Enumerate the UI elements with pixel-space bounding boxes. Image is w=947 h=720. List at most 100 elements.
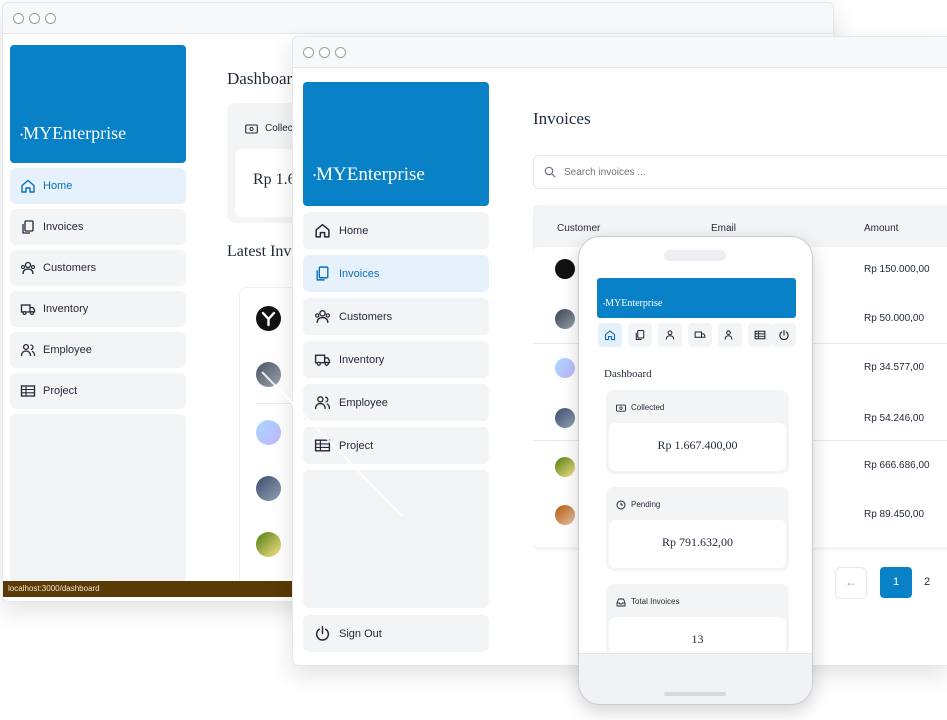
sidebar-item-employee[interactable]: Employee: [10, 332, 186, 368]
search-input[interactable]: [562, 162, 866, 182]
brand-logo: •MYEnterprise: [20, 123, 127, 143]
avatar: [555, 408, 575, 428]
collected-card: Collected Rp 1.667.400,00: [606, 390, 789, 474]
phone-nav-sign-out[interactable]: [772, 323, 796, 347]
logo-y-icon: [261, 311, 276, 327]
avatar: [555, 259, 575, 279]
sidebar-item-project[interactable]: Project: [10, 373, 186, 409]
phone-nav-project[interactable]: [748, 323, 772, 347]
sidebar-item-home[interactable]: Home: [303, 212, 489, 249]
sidebar-item-label: Invoices: [43, 221, 84, 233]
card-label: Total Invoices: [631, 597, 680, 606]
users-icon: [20, 343, 36, 357]
sidebar-item-label: Customers: [43, 262, 97, 274]
phone-device: •MYEnterprise Dashboard Collected Rp 1.6…: [578, 236, 813, 705]
sidebar-item-label: Inventory: [43, 303, 89, 315]
phone-header-banner[interactable]: •MYEnterprise: [597, 278, 796, 318]
table-icon: [314, 439, 331, 452]
amount-cell: Rp 150.000,00: [864, 264, 930, 275]
phone-nav-customers[interactable]: [658, 323, 682, 347]
phone-nav-home[interactable]: [598, 323, 622, 347]
home-icon: [21, 179, 35, 193]
sidebar-item-label: Customers: [339, 310, 393, 323]
sign-out-label: Sign Out: [339, 627, 382, 640]
amount-cell: Rp 89.450,00: [864, 509, 925, 520]
sidebar-item-label: Home: [43, 180, 73, 192]
avatar: [555, 505, 575, 525]
column-header: Customer: [557, 223, 601, 234]
truck-icon: [694, 331, 706, 338]
column-header: Amount: [864, 223, 899, 234]
customers-icon: [315, 309, 330, 323]
truck-icon: [314, 354, 331, 366]
pagination-page-2[interactable]: 2: [915, 567, 939, 598]
sidebar-item-label: Project: [43, 385, 78, 397]
pagination-page-1[interactable]: 1: [880, 567, 912, 598]
card-value-box: Rp 791.632,00: [609, 520, 786, 568]
status-url: localhost:3000/dashboard: [8, 584, 100, 593]
phone-nav-inventory[interactable]: [688, 323, 712, 347]
avatar: [256, 420, 281, 445]
page-number: 1: [892, 576, 900, 588]
sidebar-item-inventory[interactable]: Inventory: [10, 291, 186, 327]
sidebar-item-customers[interactable]: Customers: [303, 298, 489, 335]
window-close-dot[interactable]: [13, 13, 24, 24]
search-icon: [544, 166, 556, 178]
customers-icon: [665, 330, 675, 340]
window-close-dot[interactable]: [303, 47, 314, 58]
avatar: [555, 457, 575, 477]
power-icon: [315, 626, 330, 641]
pending-card: Pending Rp 791.632,00: [606, 487, 789, 571]
sidebar-item-label: Employee: [339, 396, 388, 409]
users-icon: [314, 396, 331, 409]
sidebar-item-employee[interactable]: Employee: [303, 384, 489, 421]
sidebar-item-label: Employee: [43, 344, 92, 356]
sidebar-item-customers[interactable]: Customers: [10, 250, 186, 286]
amount-cell: Rp 50.000,00: [864, 313, 925, 324]
brand-logo: •MYEnterprise: [313, 164, 425, 185]
banknote-icon: [245, 124, 258, 134]
sidebar-item-label: Project: [339, 439, 374, 452]
sidebar-item-invoices[interactable]: Invoices: [10, 209, 186, 245]
sidebar-item-label: Invoices: [339, 267, 380, 280]
card-label: Collected: [631, 403, 665, 412]
window-minimize-dot[interactable]: [29, 13, 40, 24]
logo-banner[interactable]: •MYEnterprise: [303, 82, 489, 206]
sidebar-item-invoices[interactable]: Invoices: [303, 255, 489, 292]
files-icon: [316, 266, 329, 281]
avatar: [555, 309, 575, 329]
avatar: [555, 358, 575, 378]
column-header: Email: [711, 223, 737, 234]
search-bar[interactable]: [533, 155, 947, 189]
window-minimize-dot[interactable]: [319, 47, 330, 58]
phone-nav-employee[interactable]: [718, 323, 742, 347]
phone-nav-invoices[interactable]: [628, 323, 652, 347]
card-value: Rp 791.632,00: [661, 535, 733, 549]
window-titlebar: [3, 3, 833, 34]
truck-icon: [20, 304, 36, 316]
clock-icon: [616, 500, 626, 510]
page-title: Invoices: [533, 109, 591, 128]
window-maximize-dot[interactable]: [45, 13, 56, 24]
users-icon: [724, 330, 733, 340]
page-title: Dashboard: [604, 368, 652, 380]
sidebar-item-project[interactable]: Project: [303, 427, 489, 464]
pagination-prev-button[interactable]: ←: [835, 567, 867, 599]
amount-cell: Rp 54.246,00: [864, 413, 925, 424]
home-icon: [315, 223, 330, 238]
table-icon: [754, 330, 766, 340]
amount-cell: Rp 34.577,00: [864, 362, 925, 373]
phone-notch: [664, 250, 726, 261]
home-indicator[interactable]: [664, 692, 726, 696]
sidebar-item-label: Home: [339, 224, 369, 237]
files-icon: [635, 329, 645, 341]
window-maximize-dot[interactable]: [335, 47, 346, 58]
arrow-left-icon: ←: [845, 575, 857, 589]
sidebar-item-inventory[interactable]: Inventory: [303, 341, 489, 378]
brand-logo: •MYEnterprise: [603, 298, 663, 309]
sign-out-button[interactable]: Sign Out: [303, 615, 489, 652]
amount-cell: Rp 666.686,00: [864, 460, 930, 471]
power-icon: [779, 329, 789, 341]
logo-banner[interactable]: •MYEnterprise: [10, 45, 186, 163]
sidebar-item-home[interactable]: Home: [10, 168, 186, 204]
